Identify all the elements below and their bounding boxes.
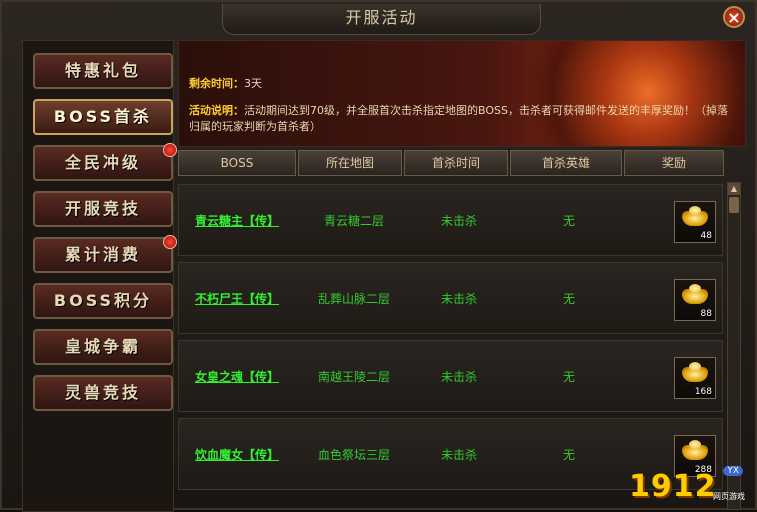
remaining-time-label: 剩余时间： <box>189 77 244 90</box>
gold-ingot-icon <box>682 284 708 304</box>
reward-slot[interactable]: 88 <box>674 279 716 321</box>
table-scrollbar[interactable]: ▲ <box>727 182 741 510</box>
kill-hero-cell: 无 <box>562 214 575 228</box>
boss-link[interactable]: 饮血魔女【传】 <box>195 419 295 491</box>
reward-slot[interactable]: 48 <box>674 201 716 243</box>
sidebar-item-boss-first-kill[interactable]: BOSS首杀 <box>33 99 173 135</box>
sidebar-item-label: 开服竞技 <box>64 199 141 218</box>
header-kill-hero: 首杀英雄 <box>510 150 622 176</box>
reward-quantity: 88 <box>700 309 712 319</box>
close-icon[interactable]: × <box>723 6 745 28</box>
kill-hero-cell: 无 <box>562 370 575 384</box>
gold-ingot-icon <box>682 362 708 382</box>
gold-ingot-icon <box>682 440 708 460</box>
gold-ingot-icon <box>682 206 708 226</box>
reward-slot[interactable]: 168 <box>674 357 716 399</box>
table-row: 青云糖主【传】 青云糖二层 未击杀 无 48 <box>178 184 723 256</box>
notification-dot-icon <box>163 235 177 249</box>
reward-quantity: 48 <box>700 231 712 241</box>
sidebar-item-pet-arena[interactable]: 灵兽竞技 <box>33 375 173 411</box>
sidebar-item-label: BOSS首杀 <box>53 107 153 126</box>
reward-quantity: 168 <box>694 387 712 397</box>
event-description-text: 活动期间达到70级，并全服首次击杀指定地图的BOSS，击杀者可获得邮件发送的丰厚… <box>189 104 728 133</box>
remaining-time-value: 3天 <box>244 77 262 90</box>
table-header: BOSS 所在地图 首杀时间 首杀英雄 奖励 <box>178 150 744 178</box>
header-boss: BOSS <box>178 150 296 176</box>
boss-link[interactable]: 青云糖主【传】 <box>195 185 295 257</box>
notification-dot-icon <box>163 143 177 157</box>
sidebar-item-city-battle[interactable]: 皇城争霸 <box>33 329 173 365</box>
header-reward: 奖励 <box>624 150 724 176</box>
header-kill-time: 首杀时间 <box>404 150 508 176</box>
table-row: 女皇之魂【传】 南越王陵二层 未击杀 无 168 <box>178 340 723 412</box>
boss-link[interactable]: 不朽尸王【传】 <box>195 263 295 335</box>
window-frame: 开服活动 × 特惠礼包 BOSS首杀 全民冲级 开服竞技 累计消费 BOSS积分… <box>0 0 757 512</box>
map-cell: 乱葬山脉二层 <box>317 292 390 306</box>
scroll-up-icon[interactable]: ▲ <box>728 183 740 195</box>
sidebar-item-label: 累计消费 <box>64 245 141 264</box>
event-description: 活动说明：活动期间达到70级，并全服首次击杀指定地图的BOSS，击杀者可获得邮件… <box>189 103 729 135</box>
watermark-sub: 网页游戏 <box>713 492 745 501</box>
window-title: 开服活动 <box>222 4 541 35</box>
boss-link[interactable]: 女皇之魂【传】 <box>195 341 295 413</box>
kill-time-cell: 未击杀 <box>440 292 477 306</box>
sidebar-item-label: 特惠礼包 <box>64 61 141 80</box>
sidebar-item-label: 灵兽竞技 <box>64 383 141 402</box>
sidebar-item-level-race[interactable]: 全民冲级 <box>33 143 177 181</box>
sidebar-item-server-arena[interactable]: 开服竞技 <box>33 191 173 227</box>
site-watermark-logo: 1912 YX 网页游戏 <box>629 464 749 504</box>
sidebar-item-cumulative-spend[interactable]: 累计消费 <box>33 235 177 273</box>
map-cell: 血色祭坛三层 <box>317 448 390 462</box>
table-row: 不朽尸王【传】 乱葬山脉二层 未击杀 无 88 <box>178 262 723 334</box>
scroll-thumb[interactable] <box>729 197 739 213</box>
sidebar-item-label: 皇城争霸 <box>64 337 141 356</box>
sidebar-item-label: 全民冲级 <box>64 153 141 172</box>
kill-hero-cell: 无 <box>562 448 575 462</box>
event-banner: 剩余时间：3天 活动说明：活动期间达到70级，并全服首次击杀指定地图的BOSS，… <box>178 40 746 147</box>
watermark-tag: YX <box>723 466 743 476</box>
sidebar-item-boss-points[interactable]: BOSS积分 <box>33 283 173 319</box>
kill-time-cell: 未击杀 <box>440 370 477 384</box>
kill-time-cell: 未击杀 <box>440 214 477 228</box>
kill-time-cell: 未击杀 <box>440 448 477 462</box>
sidebar: 特惠礼包 BOSS首杀 全民冲级 开服竞技 累计消费 BOSS积分 皇城争霸 灵… <box>22 40 177 512</box>
kill-hero-cell: 无 <box>562 292 575 306</box>
remaining-time: 剩余时间：3天 <box>189 75 262 91</box>
event-description-label: 活动说明： <box>189 104 244 117</box>
map-cell: 南越王陵二层 <box>317 370 390 384</box>
sidebar-item-special-pack[interactable]: 特惠礼包 <box>33 53 173 89</box>
map-cell: 青云糖二层 <box>323 214 384 228</box>
header-map: 所在地图 <box>298 150 402 176</box>
watermark-number: 1912 <box>629 469 717 504</box>
boss-table: 青云糖主【传】 青云糖二层 未击杀 无 48 不朽尸王【传】 乱葬山脉二层 未击… <box>178 182 723 510</box>
sidebar-item-label: BOSS积分 <box>53 291 153 310</box>
